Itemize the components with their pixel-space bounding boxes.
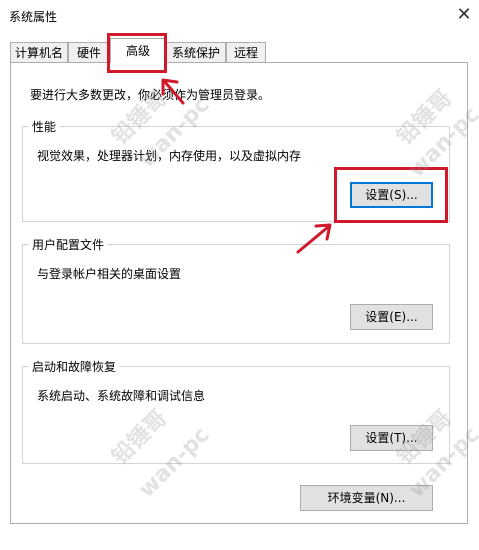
startup-recovery-settings-button[interactable]: 设置(T)... <box>350 425 433 451</box>
performance-settings-button[interactable]: 设置(S)... <box>350 182 433 208</box>
admin-note: 要进行大多数更改，你必须作为管理员登录。 <box>30 88 271 102</box>
tab-remote[interactable]: 远程 <box>226 42 266 62</box>
tab-advanced[interactable]: 高级 <box>110 38 166 63</box>
performance-description: 视觉效果，处理器计划，内存使用，以及虚拟内存 <box>37 149 302 163</box>
user-profiles-description: 与登录帐户相关的桌面设置 <box>37 267 182 281</box>
tab-hardware[interactable]: 硬件 <box>68 42 110 62</box>
user-profiles-label: 用户配置文件 <box>29 236 108 253</box>
performance-label: 性能 <box>29 118 60 135</box>
tab-system-protection[interactable]: 系统保护 <box>166 42 226 62</box>
startup-recovery-description: 系统启动、系统故障和调试信息 <box>37 389 206 403</box>
tab-computer-name[interactable]: 计算机名 <box>10 42 68 62</box>
tab-bar: 计算机名 硬件 高级 系统保护 远程 <box>0 38 479 63</box>
close-icon[interactable]: ✕ <box>452 3 476 27</box>
window-title: 系统属性 <box>9 10 58 24</box>
user-profiles-settings-button[interactable]: 设置(E)... <box>350 304 433 330</box>
startup-recovery-label: 启动和故障恢复 <box>29 358 120 375</box>
environment-variables-button[interactable]: 环境变量(N)... <box>300 485 433 511</box>
title-bar: 系统属性 ✕ <box>0 0 479 34</box>
